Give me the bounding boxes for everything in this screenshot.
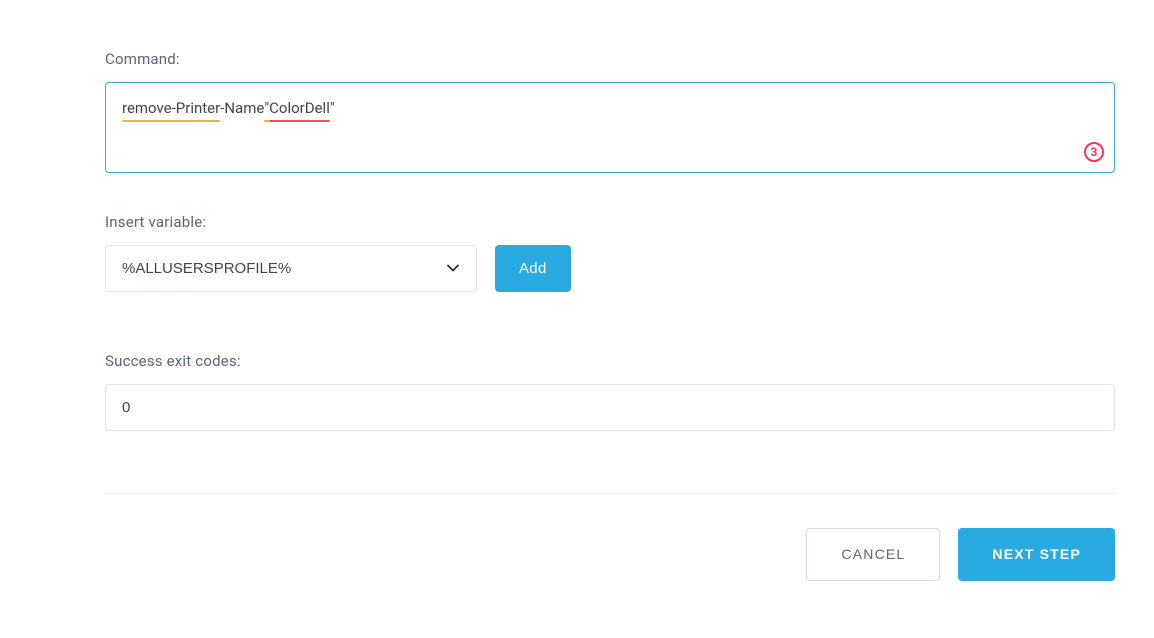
command-text: remove-Printer -Name " ColorDell"	[122, 99, 335, 117]
footer-actions: CANCEL NEXT STEP	[105, 528, 1115, 581]
insert-variable-row: %ALLUSERSPROFILE% Add	[105, 245, 1049, 292]
variable-select[interactable]: %ALLUSERSPROFILE%	[105, 245, 477, 292]
step-badge: 3	[1084, 142, 1104, 162]
command-token-value: ColorDell	[269, 97, 330, 120]
command-token-cmdlet: remove-Printer	[122, 97, 220, 120]
command-token-quote-close: "	[330, 97, 335, 120]
exit-codes-label: Success exit codes:	[105, 352, 1049, 370]
exit-codes-input[interactable]	[105, 384, 1115, 431]
cancel-button[interactable]: CANCEL	[806, 528, 940, 581]
add-button[interactable]: Add	[495, 245, 571, 292]
divider	[105, 493, 1115, 494]
command-textarea[interactable]: remove-Printer -Name " ColorDell" 3	[105, 82, 1115, 173]
next-step-button[interactable]: NEXT STEP	[958, 528, 1115, 581]
command-label: Command:	[105, 50, 1049, 68]
insert-variable-label: Insert variable:	[105, 213, 1049, 231]
